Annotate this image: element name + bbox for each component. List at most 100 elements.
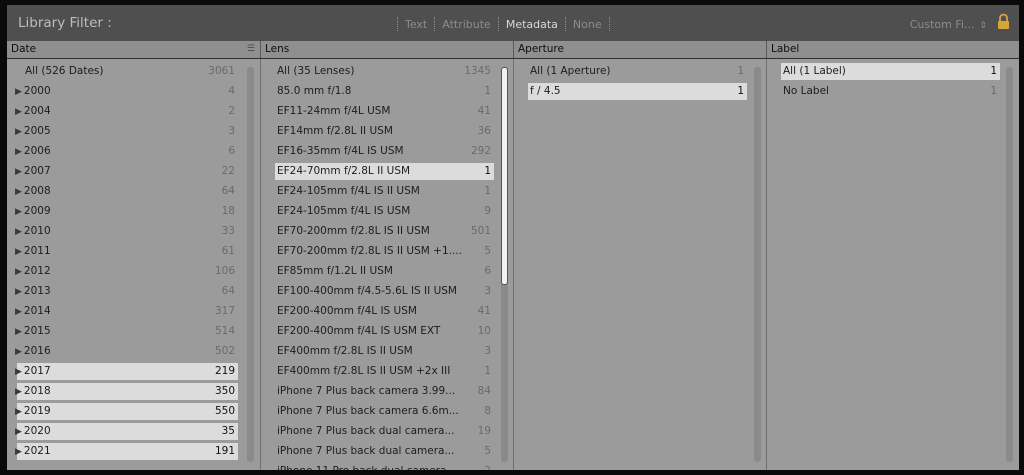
expand-triangle-icon[interactable]: ▶ (15, 227, 22, 237)
lens-row[interactable]: EF100-400mm f/4.5-5.6L IS II USM 3 (275, 283, 494, 300)
lens-row[interactable]: All (35 Lenses) 1345 (275, 63, 494, 80)
lens-row[interactable]: iPhone 7 Plus back camera 6.6m... 8 (275, 403, 494, 420)
date-row[interactable]: ▶ 2011 61 (15, 243, 238, 260)
lens-row[interactable]: EF85mm f/1.2L II USM 6 (275, 263, 494, 280)
date-row[interactable]: ▶ 2004 2 (15, 103, 238, 120)
lens-row-label: iPhone 7 Plus back camera 3.99... (277, 383, 455, 400)
lens-row-count: 6 (484, 265, 491, 277)
date-row-count: 514 (214, 325, 235, 337)
label-column-header[interactable]: Label (767, 41, 1019, 58)
tab-attribute[interactable]: Attribute (435, 18, 498, 31)
tab-none[interactable]: None (566, 18, 609, 31)
lens-row-label: EF24-70mm f/2.8L II USM (277, 163, 410, 180)
expand-triangle-icon[interactable]: ▶ (15, 307, 22, 317)
date-row[interactable]: ▶ 2013 64 (15, 283, 238, 300)
expand-triangle-icon[interactable]: ▶ (15, 387, 22, 397)
date-row[interactable]: ▶ 2010 33 (15, 223, 238, 241)
lens-row[interactable]: iPhone 7 Plus back dual camera... 5 (275, 443, 494, 460)
date-column-header[interactable]: Date ☰ (7, 41, 261, 58)
lens-row-text: EF400mm f/2.8L IS II USM +2x III (277, 365, 451, 377)
date-row-label: ▶ 2016 (15, 343, 51, 361)
lens-scrollbar[interactable] (501, 67, 508, 462)
lens-row[interactable]: EF24-70mm f/2.8L II USM 1 (275, 163, 494, 180)
expand-triangle-icon[interactable]: ▶ (15, 87, 22, 97)
date-row[interactable]: ▶ 2019 550 (15, 403, 238, 420)
date-row[interactable]: ▶ 2018 350 (15, 383, 238, 400)
expand-triangle-icon[interactable]: ▶ (15, 327, 22, 337)
expand-triangle-icon[interactable]: ▶ (15, 267, 22, 277)
lens-row-label: EF100-400mm f/4.5-5.6L IS II USM (277, 283, 457, 300)
lens-row[interactable]: EF400mm f/2.8L IS II USM 3 (275, 343, 494, 360)
aperture-row[interactable]: f / 4.5 1 (528, 83, 747, 100)
expand-triangle-icon[interactable]: ▶ (15, 207, 22, 217)
expand-triangle-icon[interactable]: ▶ (15, 427, 22, 437)
lock-icon[interactable] (996, 13, 1011, 30)
date-row[interactable]: All (526 Dates) 3061 (17, 63, 238, 80)
lens-row[interactable]: iPhone 11 Pro back dual camera... 2 (275, 463, 494, 470)
lens-row[interactable]: EF16-35mm f/4L IS USM 292 (275, 143, 494, 160)
date-row-count: 350 (214, 385, 235, 397)
date-row[interactable]: ▶ 2014 317 (15, 303, 238, 320)
date-row[interactable]: ▶ 2015 514 (15, 323, 238, 340)
lens-row[interactable]: EF24-105mm f/4L IS II USM 1 (275, 183, 494, 200)
expand-triangle-icon[interactable]: ▶ (15, 347, 22, 357)
date-row-count: 64 (221, 285, 235, 297)
lens-column-header[interactable]: Lens (261, 41, 514, 58)
label-row[interactable]: All (1 Label) 1 (781, 63, 1000, 80)
lens-row[interactable]: 85.0 mm f/1.8 1 (275, 83, 494, 100)
lens-row[interactable]: EF70-200mm f/2.8L IS II USM +1.... 5 (275, 243, 494, 260)
tab-text[interactable]: Text (398, 18, 434, 31)
lens-row[interactable]: EF70-200mm f/2.8L IS II USM 501 (275, 223, 494, 240)
lens-row[interactable]: EF14mm f/2.8L II USM 36 (275, 123, 494, 140)
expand-triangle-icon[interactable]: ▶ (15, 167, 22, 177)
expand-triangle-icon[interactable]: ▶ (15, 287, 22, 297)
lens-row-label: All (35 Lenses) (277, 63, 354, 80)
expand-triangle-icon[interactable]: ▶ (15, 127, 22, 137)
label-scrollbar[interactable] (1006, 67, 1013, 462)
date-row[interactable]: ▶ 2021 191 (15, 443, 238, 460)
label-row[interactable]: No Label 1 (781, 83, 1000, 100)
expand-triangle-icon[interactable]: ▶ (15, 367, 22, 377)
date-row[interactable]: ▶ 2020 35 (15, 423, 238, 440)
aperture-column-header[interactable]: Aperture (514, 41, 767, 58)
lens-scrollbar-thumb[interactable] (501, 67, 508, 285)
lens-row[interactable]: iPhone 7 Plus back camera 3.99... 84 (275, 383, 494, 400)
date-row-count: 502 (214, 345, 235, 357)
date-row[interactable]: ▶ 2016 502 (15, 343, 238, 361)
lens-row[interactable]: EF400mm f/2.8L IS II USM +2x III 1 (275, 363, 494, 380)
expand-triangle-icon[interactable]: ▶ (15, 407, 22, 417)
date-row[interactable]: ▶ 2017 219 (15, 363, 238, 380)
expand-triangle-icon[interactable]: ▶ (15, 147, 22, 157)
lens-row-count: 8 (484, 405, 491, 417)
date-row-count: 317 (214, 305, 235, 317)
date-row[interactable]: ▶ 2012 106 (15, 263, 238, 280)
lens-row[interactable]: EF200-400mm f/4L IS USM EXT 10 (275, 323, 494, 340)
lens-row-count: 1 (484, 85, 491, 97)
date-row[interactable]: ▶ 2009 18 (15, 203, 238, 220)
lens-row[interactable]: EF11-24mm f/4L USM 41 (275, 103, 494, 120)
date-row[interactable]: ▶ 2007 22 (15, 163, 238, 181)
lens-row[interactable]: iPhone 7 Plus back dual camera... 19 (275, 423, 494, 440)
date-scrollbar[interactable] (247, 67, 254, 462)
expand-triangle-icon[interactable]: ▶ (15, 107, 22, 117)
sort-menu-icon[interactable]: ☰ (247, 41, 255, 58)
date-row-text: 2013 (23, 285, 51, 297)
aperture-row[interactable]: All (1 Aperture) 1 (528, 63, 747, 80)
lens-row[interactable]: EF24-105mm f/4L IS USM 9 (275, 203, 494, 220)
lens-row[interactable]: EF200-400mm f/4L IS USM 41 (275, 303, 494, 320)
date-row[interactable]: ▶ 2000 4 (15, 83, 238, 100)
date-row[interactable]: ▶ 2005 3 (15, 123, 238, 140)
custom-filter-preset-dropdown[interactable]: Custom Fi... ⇕ (910, 18, 987, 31)
aperture-scrollbar[interactable] (754, 67, 761, 462)
lens-row-count: 84 (477, 385, 491, 397)
date-row-label: ▶ 2010 (15, 223, 51, 241)
filter-tabs: Text Attribute Metadata None (397, 16, 610, 32)
date-row[interactable]: ▶ 2008 64 (15, 183, 238, 200)
expand-triangle-icon[interactable]: ▶ (15, 247, 22, 257)
tab-metadata[interactable]: Metadata (499, 18, 565, 31)
date-row[interactable]: ▶ 2006 6 (15, 143, 238, 160)
date-header-label: Date (11, 43, 37, 55)
expand-triangle-icon[interactable]: ▶ (15, 187, 22, 197)
expand-triangle-icon[interactable]: ▶ (15, 447, 22, 457)
date-row-label: ▶ 2007 (15, 163, 51, 181)
